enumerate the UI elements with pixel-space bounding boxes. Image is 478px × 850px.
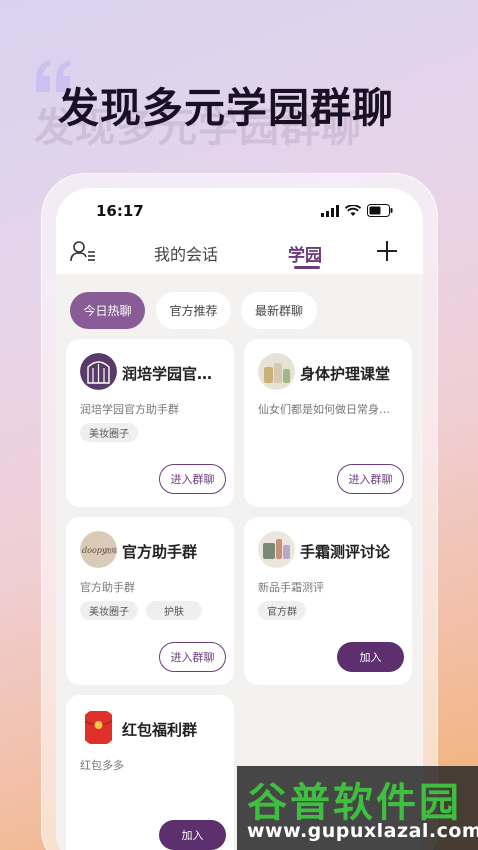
active-tab-indicator bbox=[294, 266, 320, 269]
group-tag: 美妆圈子 bbox=[80, 601, 138, 620]
join-chat-button[interactable]: 进入群聊 bbox=[159, 642, 226, 672]
group-description: 官方助手群 bbox=[80, 581, 135, 594]
join-button[interactable]: 加入 bbox=[337, 642, 404, 672]
join-button[interactable]: 加入 bbox=[159, 820, 226, 850]
group-card[interactable]: 红包福利群 红包多多 加入 bbox=[66, 695, 234, 850]
group-description: 仙女们都是如何做日常身… bbox=[258, 403, 390, 416]
group-avatar bbox=[80, 353, 117, 390]
group-card[interactable]: 身体护理课堂 仙女们都是如何做日常身… 进入群聊 bbox=[244, 339, 412, 507]
group-avatar bbox=[258, 353, 295, 390]
group-description: 红包多多 bbox=[80, 759, 124, 772]
filter-chip-official[interactable]: 官方推荐 bbox=[156, 292, 231, 329]
group-card[interactable]: doopy 润培 官方助手群 官方助手群 美妆圈子 护肤 进入群聊 bbox=[66, 517, 234, 685]
group-title: 手霜测评讨论 bbox=[300, 543, 391, 561]
red-envelope-icon bbox=[84, 711, 113, 744]
group-card[interactable]: 手霜测评讨论 新品手霜测评 官方群 加入 bbox=[244, 517, 412, 685]
group-description: 新品手霜测评 bbox=[258, 581, 324, 594]
watermark: 谷普软件园 www.gupuxlazal.com bbox=[237, 766, 478, 850]
battery-icon bbox=[367, 204, 393, 217]
join-chat-button[interactable]: 进入群聊 bbox=[159, 464, 226, 494]
tab-my-conversations[interactable]: 我的会话 bbox=[154, 241, 218, 265]
wifi-icon bbox=[345, 204, 361, 216]
filter-chip-hot-today[interactable]: 今日热聊 bbox=[70, 292, 145, 329]
group-tag: 护肤 bbox=[146, 601, 202, 620]
group-avatar: doopy 润培 bbox=[80, 531, 117, 568]
svg-text:doopy: doopy bbox=[82, 546, 107, 555]
tab-campus[interactable]: 学园 bbox=[288, 241, 322, 266]
group-tag: 官方群 bbox=[258, 601, 306, 620]
join-chat-button[interactable]: 进入群聊 bbox=[337, 464, 404, 494]
watermark-url: www.gupuxlazal.com bbox=[247, 820, 478, 842]
svg-text:润培: 润培 bbox=[105, 547, 117, 555]
group-title: 红包福利群 bbox=[122, 721, 198, 739]
group-title: 官方助手群 bbox=[122, 543, 198, 561]
group-description: 润培学园官方助手群 bbox=[80, 403, 179, 416]
group-card[interactable]: 润培学园官… 润培学园官方助手群 美妆圈子 进入群聊 bbox=[66, 339, 234, 507]
person-list-icon[interactable] bbox=[70, 240, 96, 262]
filter-chip-newest[interactable]: 最新群聊 bbox=[241, 292, 317, 329]
group-title: 身体护理课堂 bbox=[300, 365, 391, 383]
status-icons bbox=[321, 204, 393, 217]
status-time: 16:17 bbox=[96, 202, 144, 220]
app-header: 16:17 我的会话 学园 bbox=[56, 188, 423, 274]
plus-icon[interactable] bbox=[376, 240, 398, 262]
group-tag: 美妆圈子 bbox=[80, 423, 138, 442]
signal-icon bbox=[321, 204, 339, 217]
hero-title: 发现多元学园群聊 bbox=[58, 84, 394, 132]
group-title: 润培学园官… bbox=[122, 365, 213, 383]
phone-screen: 16:17 我的会话 学园 今日热聊 官方推荐 最新群聊 润培学园官… 润培学园… bbox=[56, 188, 423, 850]
group-avatar bbox=[258, 531, 295, 568]
